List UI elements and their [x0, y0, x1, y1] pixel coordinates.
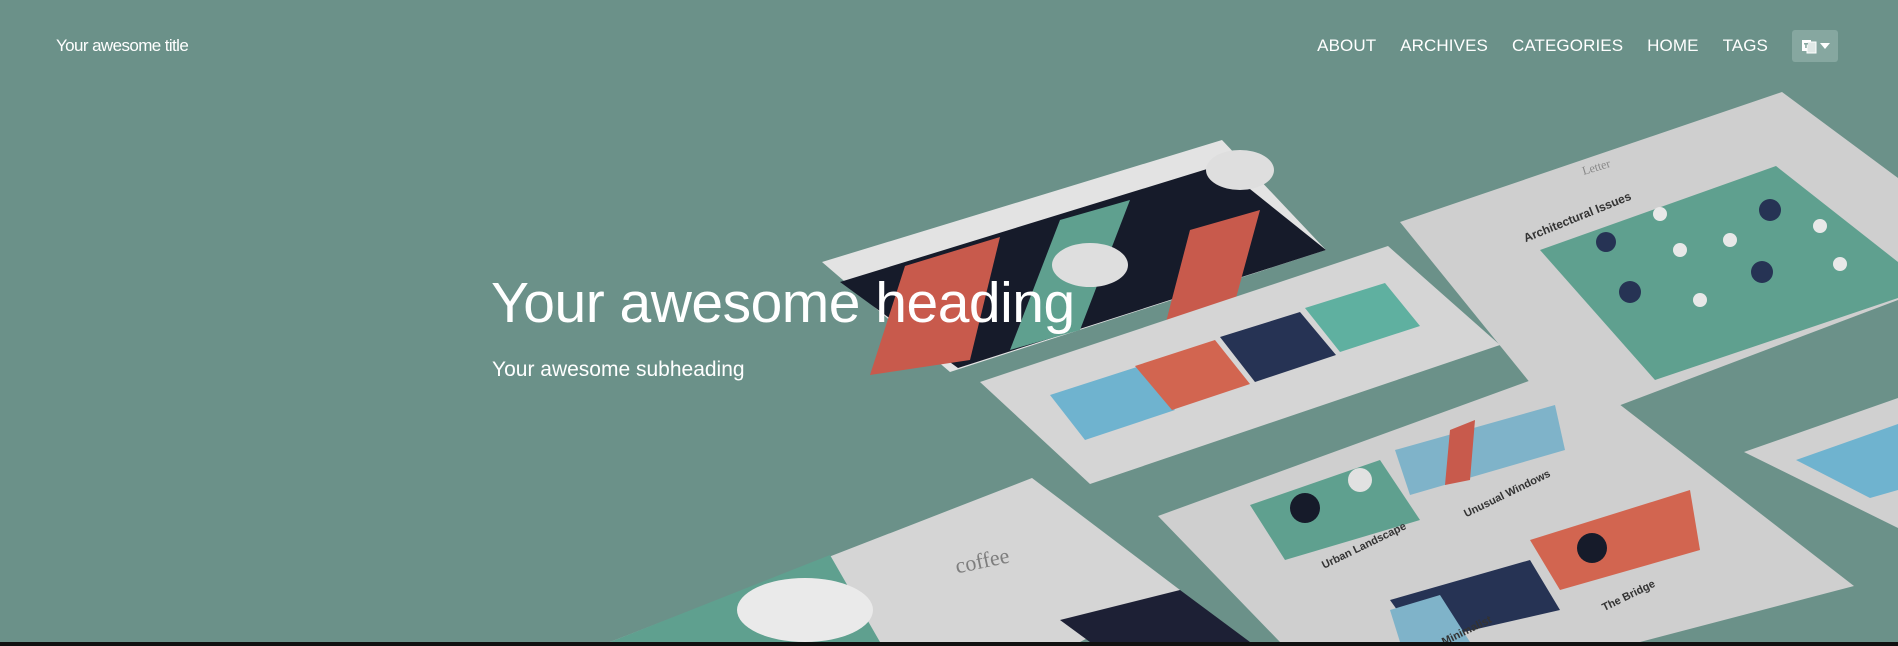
mockup-page-edge — [1744, 398, 1898, 528]
hero-heading: Your awesome heading — [491, 271, 1075, 335]
hero-section: Your awesome title ABOUT ARCHIVES CATEGO… — [0, 0, 1898, 642]
hero-subheading: Your awesome subheading — [492, 358, 745, 381]
mockup-page-coffee — [610, 478, 1250, 642]
mockup-page-letter — [1400, 92, 1898, 426]
page-bottom-border — [0, 642, 1898, 646]
